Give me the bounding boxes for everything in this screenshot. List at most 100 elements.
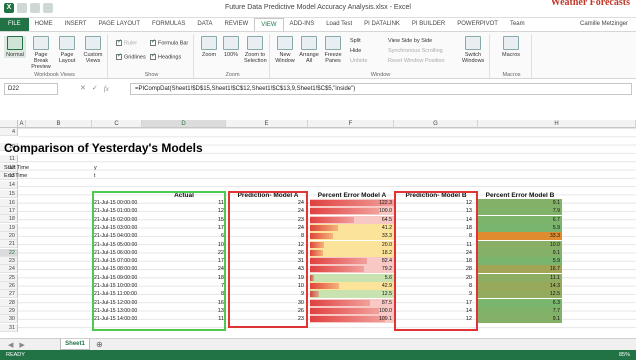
row-header[interactable]: 11 bbox=[0, 155, 18, 164]
zoom-button[interactable]: Zoom bbox=[198, 36, 220, 58]
cancel-icon[interactable]: ✕ bbox=[80, 83, 86, 95]
row-header[interactable]: 4 bbox=[0, 128, 18, 137]
arrange-all-button[interactable]: Arrange All bbox=[298, 36, 320, 64]
error-a-cell[interactable]: 109.1 bbox=[310, 315, 394, 324]
tab-review[interactable]: REVIEW bbox=[219, 18, 255, 31]
error-a-cell[interactable]: 64.5 bbox=[310, 215, 394, 224]
gridlines-checkbox[interactable]: Gridlines bbox=[116, 52, 146, 60]
custom-views-button[interactable]: Custom Views bbox=[82, 36, 104, 64]
scroll-right-icon[interactable]: ▶ bbox=[19, 341, 24, 349]
error-a-cell[interactable]: 5.6 bbox=[310, 273, 394, 282]
tab-file[interactable]: FILE bbox=[0, 18, 29, 31]
normal-view-button[interactable]: Normal bbox=[4, 36, 26, 58]
headings-checkbox[interactable]: Headings bbox=[150, 52, 181, 60]
freeze-panes-button[interactable]: Freeze Panes bbox=[322, 36, 344, 64]
column-header-h[interactable]: H bbox=[478, 120, 636, 128]
error-a-cell[interactable]: 41.2 bbox=[310, 223, 394, 232]
hide-button[interactable]: Hide bbox=[350, 48, 361, 54]
start-time-label[interactable]: Start Time bbox=[4, 164, 29, 172]
tab-insert[interactable]: INSERT bbox=[59, 18, 93, 31]
zoom-100-button[interactable]: 100% bbox=[220, 36, 242, 58]
row-header[interactable]: 18 bbox=[0, 215, 18, 224]
error-a-cell[interactable]: 79.2 bbox=[310, 265, 394, 274]
column-header-g[interactable]: G bbox=[394, 120, 478, 128]
row-header[interactable]: 30 bbox=[0, 315, 18, 324]
formula-bar-checkbox[interactable]: Formula Bar bbox=[150, 38, 188, 46]
error-b-cell[interactable]: 7.9 bbox=[478, 207, 562, 216]
sheet-tab-sheet1[interactable]: Sheet1 bbox=[60, 339, 90, 350]
page-break-preview-button[interactable]: Page Break Preview bbox=[30, 36, 52, 70]
error-a-cell[interactable]: 18.2 bbox=[310, 248, 394, 257]
enter-icon[interactable]: ✓ bbox=[92, 83, 98, 95]
error-b-cell[interactable]: 9.1 bbox=[478, 315, 562, 324]
error-b-cell[interactable]: 9.1 bbox=[478, 199, 562, 207]
error-b-cell[interactable]: 33.3 bbox=[478, 232, 562, 241]
page-layout-view-button[interactable]: Page Layout bbox=[56, 36, 78, 64]
error-a-cell[interactable]: 82.4 bbox=[310, 257, 394, 266]
split-button[interactable]: Split bbox=[350, 38, 361, 44]
column-header-f[interactable]: F bbox=[308, 120, 394, 128]
switch-windows-button[interactable]: Switch Windows bbox=[462, 36, 484, 64]
tab-data[interactable]: DATA bbox=[191, 18, 218, 31]
macros-button[interactable]: Macros bbox=[500, 36, 522, 58]
tab-home[interactable]: HOME bbox=[29, 18, 59, 31]
error-b-cell[interactable]: 10.0 bbox=[478, 240, 562, 249]
error-b-cell[interactable]: 7.7 bbox=[478, 306, 562, 315]
tab-page-layout[interactable]: PAGE LAYOUT bbox=[93, 18, 146, 31]
tab-add-ins[interactable]: ADD-INS bbox=[284, 18, 321, 31]
error-a-cell[interactable]: 12.5 bbox=[310, 290, 394, 299]
error-b-cell[interactable]: 5.9 bbox=[478, 257, 562, 266]
row-header[interactable]: 31 bbox=[0, 324, 18, 333]
error-b-cell[interactable]: 11.1 bbox=[478, 273, 562, 282]
zoom-level[interactable]: 85% bbox=[619, 350, 630, 360]
add-sheet-icon[interactable]: ⊕ bbox=[96, 340, 103, 349]
end-time-label[interactable]: End Time bbox=[4, 172, 27, 180]
error-b-cell[interactable]: 14.3 bbox=[478, 282, 562, 290]
zoom-to-selection-button[interactable]: Zoom to Selection bbox=[244, 36, 267, 64]
error-a-cell[interactable]: 20.0 bbox=[310, 240, 394, 249]
sheet-title[interactable]: Comparison of Yesterday's Models bbox=[4, 141, 203, 155]
tab-view[interactable]: VIEW bbox=[254, 18, 284, 31]
error-a-cell[interactable]: 42.9 bbox=[310, 282, 394, 290]
unhide-button[interactable]: Unhide bbox=[350, 58, 367, 64]
error-a-cell[interactable]: 100.0 bbox=[310, 306, 394, 315]
error-a-cell[interactable]: 87.5 bbox=[310, 298, 394, 307]
column-header-b[interactable]: B bbox=[26, 120, 92, 128]
row-header[interactable]: 24 bbox=[0, 265, 18, 274]
select-all-corner[interactable] bbox=[0, 120, 18, 128]
row-header[interactable]: 14 bbox=[0, 181, 18, 190]
error-a-cell[interactable]: 33.3 bbox=[310, 232, 394, 241]
synchronous-scrolling-button[interactable]: Synchronous Scrolling bbox=[388, 48, 443, 54]
error-b-cell[interactable]: 16.7 bbox=[478, 265, 562, 274]
error-a-cell[interactable]: 100.0 bbox=[310, 207, 394, 216]
tab-powerpivot[interactable]: POWERPIVOT bbox=[451, 18, 504, 31]
column-header-a[interactable]: A bbox=[18, 120, 26, 128]
user-name[interactable]: Camille Metzinger bbox=[580, 21, 628, 27]
error-a-cell[interactable]: 122.3 bbox=[310, 199, 394, 207]
column-header-d[interactable]: D bbox=[142, 120, 226, 128]
column-header-c[interactable]: C bbox=[92, 120, 142, 128]
new-window-button[interactable]: New Window bbox=[274, 36, 296, 64]
formula-input[interactable]: =PICompDat(Sheet1!$D$15,Sheet1!$C$12,She… bbox=[130, 83, 632, 95]
view-side-by-side-button[interactable]: View Side by Side bbox=[388, 38, 432, 44]
name-box[interactable]: D22 bbox=[4, 83, 58, 95]
row-header[interactable]: 27 bbox=[0, 290, 18, 299]
scroll-left-icon[interactable]: ◀ bbox=[8, 341, 13, 349]
error-b-cell[interactable]: 9.1 bbox=[478, 248, 562, 257]
start-time-value[interactable]: y bbox=[94, 164, 97, 172]
reset-window-position-button[interactable]: Reset Window Position bbox=[388, 58, 445, 64]
error-b-cell[interactable]: 5.9 bbox=[478, 223, 562, 232]
row-header[interactable]: 21 bbox=[0, 240, 18, 249]
fx-icon[interactable]: fx bbox=[104, 83, 109, 95]
tab-formulas[interactable]: FORMULAS bbox=[146, 18, 191, 31]
tab-team[interactable]: Team bbox=[504, 18, 531, 31]
ruler-checkbox[interactable]: Ruler bbox=[116, 38, 137, 46]
error-b-cell[interactable]: 6.7 bbox=[478, 215, 562, 224]
row-header[interactable]: 15 bbox=[0, 190, 18, 199]
column-header-e[interactable]: E bbox=[226, 120, 308, 128]
tab-pi-datalink[interactable]: PI DATALINK bbox=[358, 18, 406, 31]
tab-load-test[interactable]: Load Test bbox=[320, 18, 358, 31]
tab-pi-builder[interactable]: PI BUILDER bbox=[406, 18, 451, 31]
error-b-cell[interactable]: 6.3 bbox=[478, 298, 562, 307]
end-time-value[interactable]: t bbox=[94, 172, 96, 180]
